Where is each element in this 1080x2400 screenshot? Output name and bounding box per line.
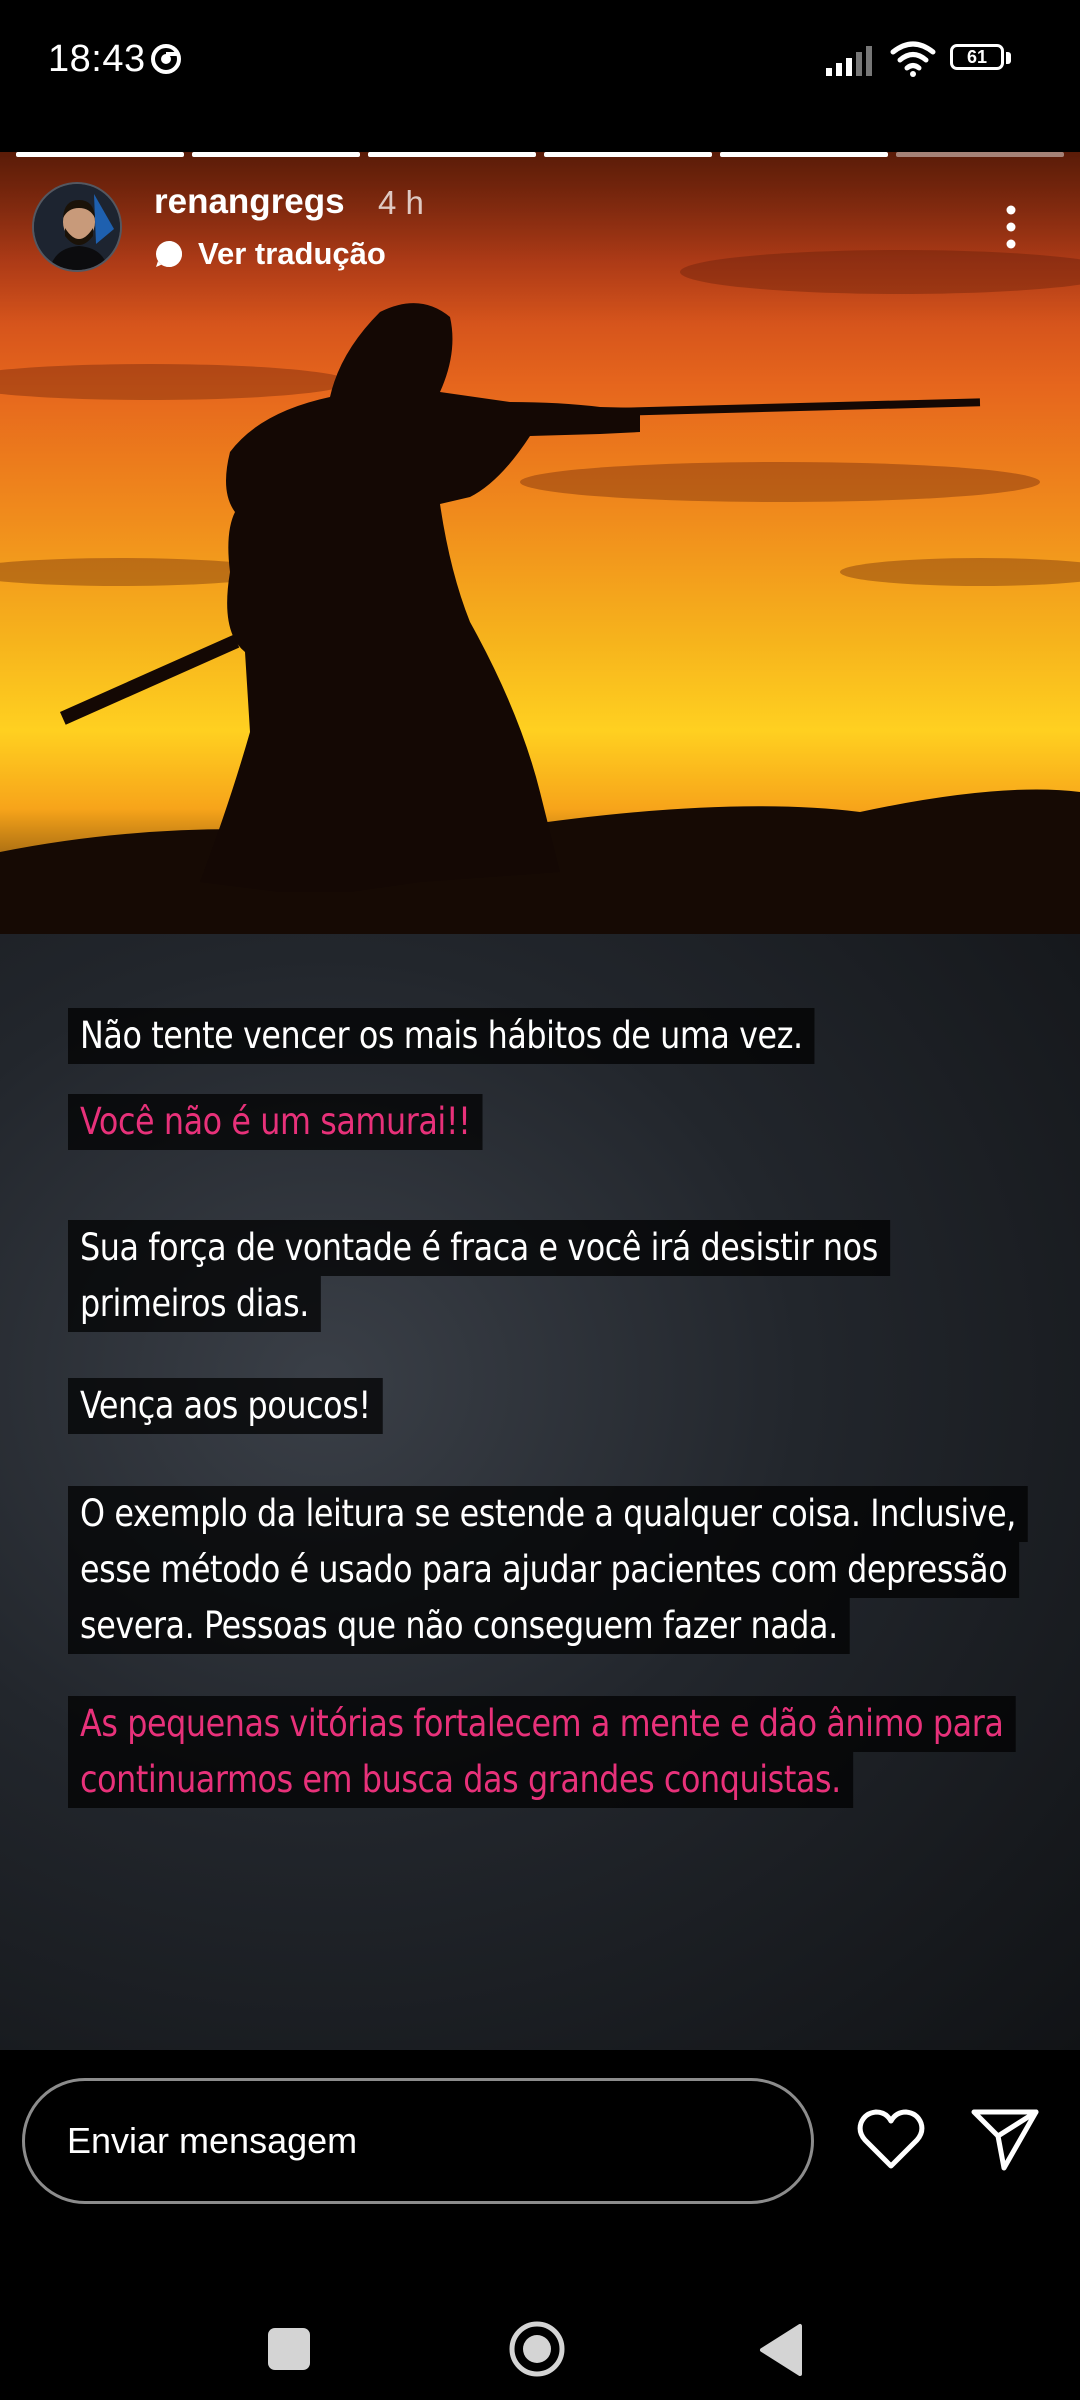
progress-segment [720,152,888,157]
story-text-line: severa. Pessoas que não conseguem fazer … [68,1598,850,1654]
status-bar: 18:43 61 [0,0,1080,130]
heart-icon[interactable] [856,2108,926,2172]
wifi-icon [890,41,936,77]
story-viewer[interactable]: renangregs 4 h Ver tradução Não tente ve… [0,152,1080,2050]
story-paragraph-5: O exemplo da leitura se estende a qualqu… [68,1486,1029,1654]
avatar[interactable] [32,182,122,272]
story-time-ago: 4 h [378,184,424,221]
message-input[interactable] [22,2078,814,2204]
story-text-line: continuarmos em busca das grandes conqui… [68,1752,853,1808]
reply-bar [0,2050,1080,2250]
story-text-line: esse método é usado para ajudar paciente… [68,1542,1020,1598]
chrome-icon [151,44,181,74]
translate-label: Ver tradução [198,236,386,271]
story-text-line: Vença aos poucos! [68,1378,383,1434]
progress-segment [16,152,184,157]
progress-segment [896,152,1064,157]
progress-segment [368,152,536,157]
story-paragraph-3: Sua força de vontade é fraca e você irá … [68,1220,1028,1332]
recents-icon[interactable] [268,2328,310,2370]
status-time: 18:43 [48,38,146,80]
translate-button[interactable]: Ver tradução [154,236,386,272]
progress-segment [544,152,712,157]
story-text-line: primeiros dias. [68,1276,321,1332]
story-text-line: O exemplo da leitura se estende a qualqu… [68,1486,1029,1542]
translate-icon [156,241,182,267]
story-text-line: Sua força de vontade é fraca e você irá … [68,1220,890,1276]
story-paragraph-6: As pequenas vitórias fortalecem a mente … [68,1696,1028,1808]
home-icon[interactable] [508,2320,566,2378]
story-paragraph-1: Não tente vencer os mais hábitos de uma … [68,1008,1028,1064]
story-progress [16,152,1064,157]
send-icon[interactable] [970,2106,1040,2172]
story-paragraph-2: Você não é um samurai!! [68,1094,1028,1150]
story-text-line: Não tente vencer os mais hábitos de uma … [68,1008,815,1064]
signal-icon [826,46,872,76]
story-text-line: As pequenas vitórias fortalecem a mente … [68,1696,1016,1752]
story-text-line: Você não é um samurai!! [68,1094,483,1150]
back-icon[interactable] [756,2322,804,2378]
battery-level: 61 [966,47,988,67]
story-paragraph-4: Vença aos poucos! [68,1378,1028,1434]
more-options-icon[interactable] [996,202,1026,252]
navigation-bar [0,2250,1080,2400]
progress-segment [192,152,360,157]
battery-icon: 61 [950,44,1014,74]
story-username[interactable]: renangregs [154,182,345,222]
